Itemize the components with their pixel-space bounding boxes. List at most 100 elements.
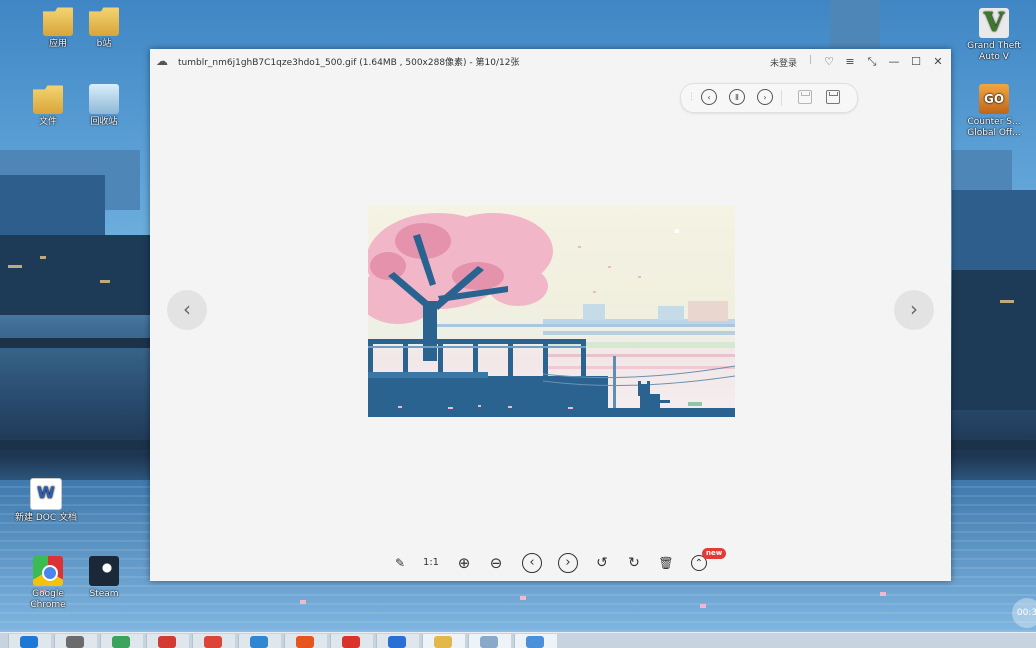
petal <box>520 596 526 600</box>
lit-windows <box>100 280 110 283</box>
game-icon: GO <box>979 84 1009 114</box>
taskbar-item[interactable] <box>100 634 143 648</box>
actual-size-button[interactable]: 1:1 <box>422 554 440 572</box>
save-frame-icon[interactable] <box>798 90 812 104</box>
window-title: tumblr_nm6j1ghB7C1qze3hdo1_500.gif (1.64… <box>178 58 520 68</box>
app-icon <box>66 636 84 648</box>
floating-clock[interactable]: 00:3 <box>1012 598 1036 628</box>
lit-windows <box>8 265 22 268</box>
sakura-pixel-art <box>368 213 735 417</box>
app-icon <box>112 636 130 648</box>
desktop-icon-folder[interactable]: 文件 <box>16 84 80 128</box>
app-icon <box>89 556 119 586</box>
netease-music-icon <box>158 636 176 648</box>
windows-icon <box>20 636 38 648</box>
desktop-icon-label: Google Chrome <box>30 589 66 610</box>
folder-icon <box>33 85 63 114</box>
game-icon: V <box>979 8 1009 38</box>
desktop-icon-label: 回收站 <box>90 117 118 127</box>
petal <box>700 604 706 608</box>
folder-icon <box>89 7 119 36</box>
title-separator: | <box>809 55 813 65</box>
taskbar <box>0 632 1036 648</box>
folder-icon <box>43 7 73 36</box>
taskbar-item[interactable] <box>284 634 327 648</box>
taskbar-item[interactable] <box>8 634 51 648</box>
next-frame-button[interactable]: › <box>757 89 773 105</box>
desktop-icon-label: Grand Theft Auto V <box>967 41 1021 62</box>
desktop-icon-label: Steam <box>89 589 119 599</box>
browser-icon <box>33 556 63 586</box>
title-bar[interactable]: ☁ tumblr_nm6j1ghB7C1qze3hdo1_500.gif (1.… <box>150 49 951 75</box>
building <box>952 150 1012 190</box>
app-icon <box>526 636 544 648</box>
displayed-image[interactable] <box>368 206 735 417</box>
desktop-icon-label: Counter S... Global Off... <box>967 117 1021 138</box>
taskbar-item[interactable] <box>514 634 557 648</box>
desktop-icon-folder[interactable]: b站 <box>72 6 136 50</box>
bridge <box>0 338 150 348</box>
taskbar-item[interactable] <box>192 634 235 648</box>
zoom-in-icon[interactable]: ⊕ <box>455 554 473 572</box>
toolbar-next-button[interactable]: › <box>558 553 578 573</box>
desktop-icon-label: 文件 <box>38 117 57 127</box>
taskbar-item[interactable] <box>422 634 465 648</box>
app-icon <box>480 636 498 648</box>
app-icon <box>342 636 360 648</box>
folder-icon <box>434 636 452 648</box>
menu-icon[interactable]: ≡ <box>841 53 859 71</box>
recycle-bin-icon <box>89 84 119 114</box>
building <box>952 270 1036 410</box>
maximize-icon[interactable]: ☐ <box>907 53 925 71</box>
lit-windows <box>1000 300 1014 303</box>
rotate-left-icon[interactable]: ↺ <box>593 554 611 572</box>
save-all-frames-icon[interactable] <box>826 90 840 104</box>
playback-controls: ⋮ ‹ Ⅱ › <box>680 83 858 113</box>
drag-handle-icon[interactable]: ⋮ <box>687 92 696 102</box>
toolbar-prev-button[interactable]: ‹ <box>522 553 542 573</box>
minimize-icon[interactable]: — <box>885 53 903 71</box>
browser-icon <box>250 636 268 648</box>
previous-image-button[interactable]: ‹ <box>167 290 207 330</box>
taskbar-item[interactable] <box>330 634 373 648</box>
desktop-icon-label: b站 <box>96 39 112 49</box>
bridge <box>952 440 1036 450</box>
building <box>830 0 880 48</box>
image-viewer-window: ☁ tumblr_nm6j1ghB7C1qze3hdo1_500.gif (1.… <box>150 49 951 581</box>
taskbar-item[interactable] <box>146 634 189 648</box>
desktop-icon-game[interactable]: V Grand Theft Auto V <box>962 8 1026 63</box>
desktop-icon-browser[interactable]: Google Chrome <box>16 556 80 611</box>
lit-windows <box>40 256 46 259</box>
zoom-out-icon[interactable]: ⊖ <box>487 554 505 572</box>
new-badge: new <box>702 548 727 559</box>
taskbar-item[interactable] <box>376 634 419 648</box>
prev-frame-button[interactable]: ‹ <box>701 89 717 105</box>
pr-icon <box>296 636 314 648</box>
taskbar-item[interactable] <box>54 634 97 648</box>
building <box>0 235 150 315</box>
pause-button[interactable]: Ⅱ <box>729 89 745 105</box>
login-link[interactable]: 未登录 <box>770 56 797 69</box>
next-image-button[interactable]: › <box>894 290 934 330</box>
desktop-icon-app[interactable]: Steam <box>72 556 136 600</box>
desktop-icon-document[interactable]: W 新建 DOC 文档 <box>14 478 78 524</box>
desktop-icon-recycle-bin[interactable]: 回收站 <box>72 84 136 128</box>
close-icon[interactable]: ✕ <box>929 53 947 71</box>
pill-divider <box>781 90 782 106</box>
skin-icon[interactable]: ♡ <box>820 53 838 71</box>
delete-icon[interactable]: 🗑 <box>657 554 675 572</box>
desktop-icon-game[interactable]: GO Counter S... Global Off... <box>962 84 1026 139</box>
bridge <box>0 440 150 450</box>
rotate-right-icon[interactable]: ↻ <box>625 554 643 572</box>
petal <box>880 592 886 596</box>
desktop-icon-label: 新建 DOC 文档 <box>14 513 78 523</box>
document-icon: W <box>30 478 62 510</box>
chrome-icon <box>204 636 222 648</box>
petal <box>300 600 306 604</box>
fullscreen-icon[interactable]: ⤡ <box>863 53 881 71</box>
taskbar-item[interactable] <box>468 634 511 648</box>
edit-icon[interactable]: ✎ <box>391 554 409 572</box>
taskbar-item[interactable] <box>238 634 281 648</box>
cloud-icon: ☁ <box>156 54 168 68</box>
app-icon <box>388 636 406 648</box>
